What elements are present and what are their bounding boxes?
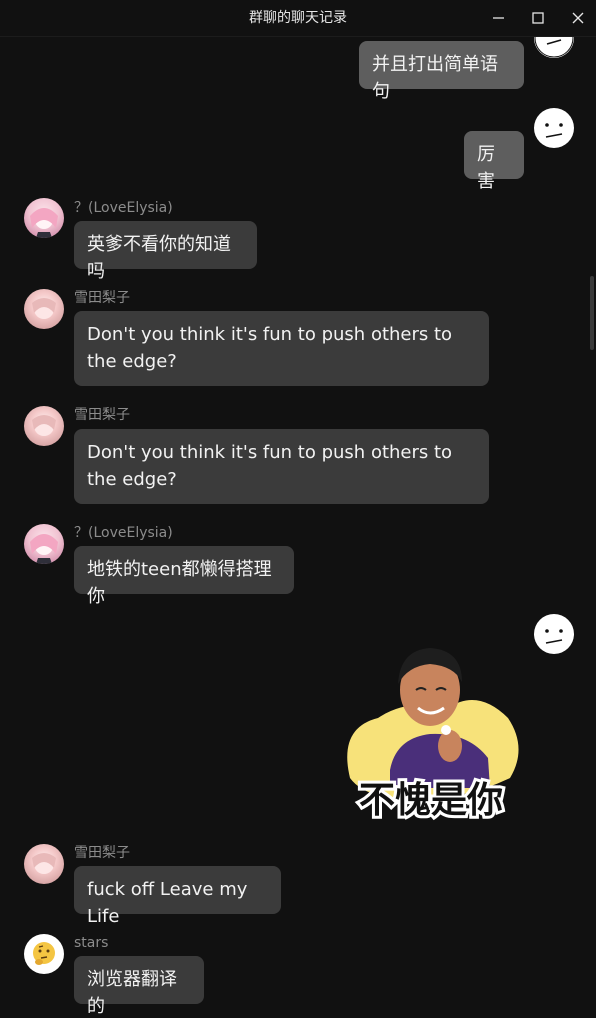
unamused-face-icon xyxy=(535,615,573,653)
thinking-face-icon xyxy=(25,935,63,973)
sender-avatar[interactable] xyxy=(24,524,64,564)
sender-avatar[interactable] xyxy=(24,934,64,974)
sender-name: 雪田梨子 xyxy=(74,845,130,861)
message-text: 厉害 xyxy=(477,144,495,192)
sender-avatar[interactable] xyxy=(24,198,64,238)
chat-history-window: 群聊的聊天记录 并且打出简单语句 厉害 ？(LoveElysia) 英爹不看你的… xyxy=(0,0,596,1018)
message-bubble[interactable]: fuck off Leave my Life xyxy=(74,866,281,927)
close-button[interactable] xyxy=(567,8,589,28)
message-bubble[interactable]: 厉害 xyxy=(464,131,524,192)
my-avatar[interactable] xyxy=(534,614,574,654)
sender-avatar[interactable] xyxy=(24,844,64,884)
sender-avatar[interactable] xyxy=(24,406,64,446)
sticker-caption: 不愧是你 xyxy=(359,780,503,821)
message-bubble[interactable]: 英爹不看你的知道吗 xyxy=(74,221,257,282)
sticker-image: 不愧是你 xyxy=(347,648,519,824)
message-bubble[interactable]: 并且打出简单语句 xyxy=(359,41,524,102)
message-bubble[interactable]: Don't you think it's fun to push others … xyxy=(74,429,489,504)
minimize-button[interactable] xyxy=(487,8,509,28)
anime-avatar-image xyxy=(32,853,56,874)
scrollbar-thumb[interactable] xyxy=(590,276,594,350)
anime-avatar-image xyxy=(32,298,56,319)
my-avatar[interactable] xyxy=(534,108,574,148)
minimize-icon xyxy=(493,17,504,19)
sticker-message[interactable]: 不愧是你 xyxy=(338,638,524,828)
message-text: 地铁的teen都懒得搭理你 xyxy=(87,559,272,607)
message-text: 英爹不看你的知道吗 xyxy=(87,234,231,282)
sender-name: 雪田梨子 xyxy=(74,290,130,306)
message-text: 并且打出简单语句 xyxy=(372,54,498,102)
anime-avatar-image xyxy=(32,415,56,436)
sender-name: ？(LoveElysia) xyxy=(74,525,173,541)
message-text: 浏览器翻译的 xyxy=(87,969,177,1017)
message-text: Don't you think it's fun to push others … xyxy=(87,324,453,372)
sender-avatar[interactable] xyxy=(24,289,64,329)
title-bar: 群聊的聊天记录 xyxy=(0,0,596,37)
sender-name: 雪田梨子 xyxy=(74,407,130,423)
message-bubble[interactable]: Don't you think it's fun to push others … xyxy=(74,311,489,386)
message-text: fuck off Leave my Life xyxy=(87,879,248,927)
sender-name: stars xyxy=(74,935,109,951)
message-bubble[interactable]: 地铁的teen都懒得搭理你 xyxy=(74,546,294,607)
maximize-icon xyxy=(532,12,544,24)
anime-avatar-image xyxy=(30,208,58,238)
sender-name: ？(LoveElysia) xyxy=(74,200,173,216)
message-bubble[interactable]: 浏览器翻译的 xyxy=(74,956,204,1017)
maximize-button[interactable] xyxy=(527,8,549,28)
anime-avatar-image xyxy=(30,534,58,564)
close-icon xyxy=(572,12,584,24)
unamused-face-icon xyxy=(535,109,573,147)
message-text: Don't you think it's fun to push others … xyxy=(87,442,453,490)
